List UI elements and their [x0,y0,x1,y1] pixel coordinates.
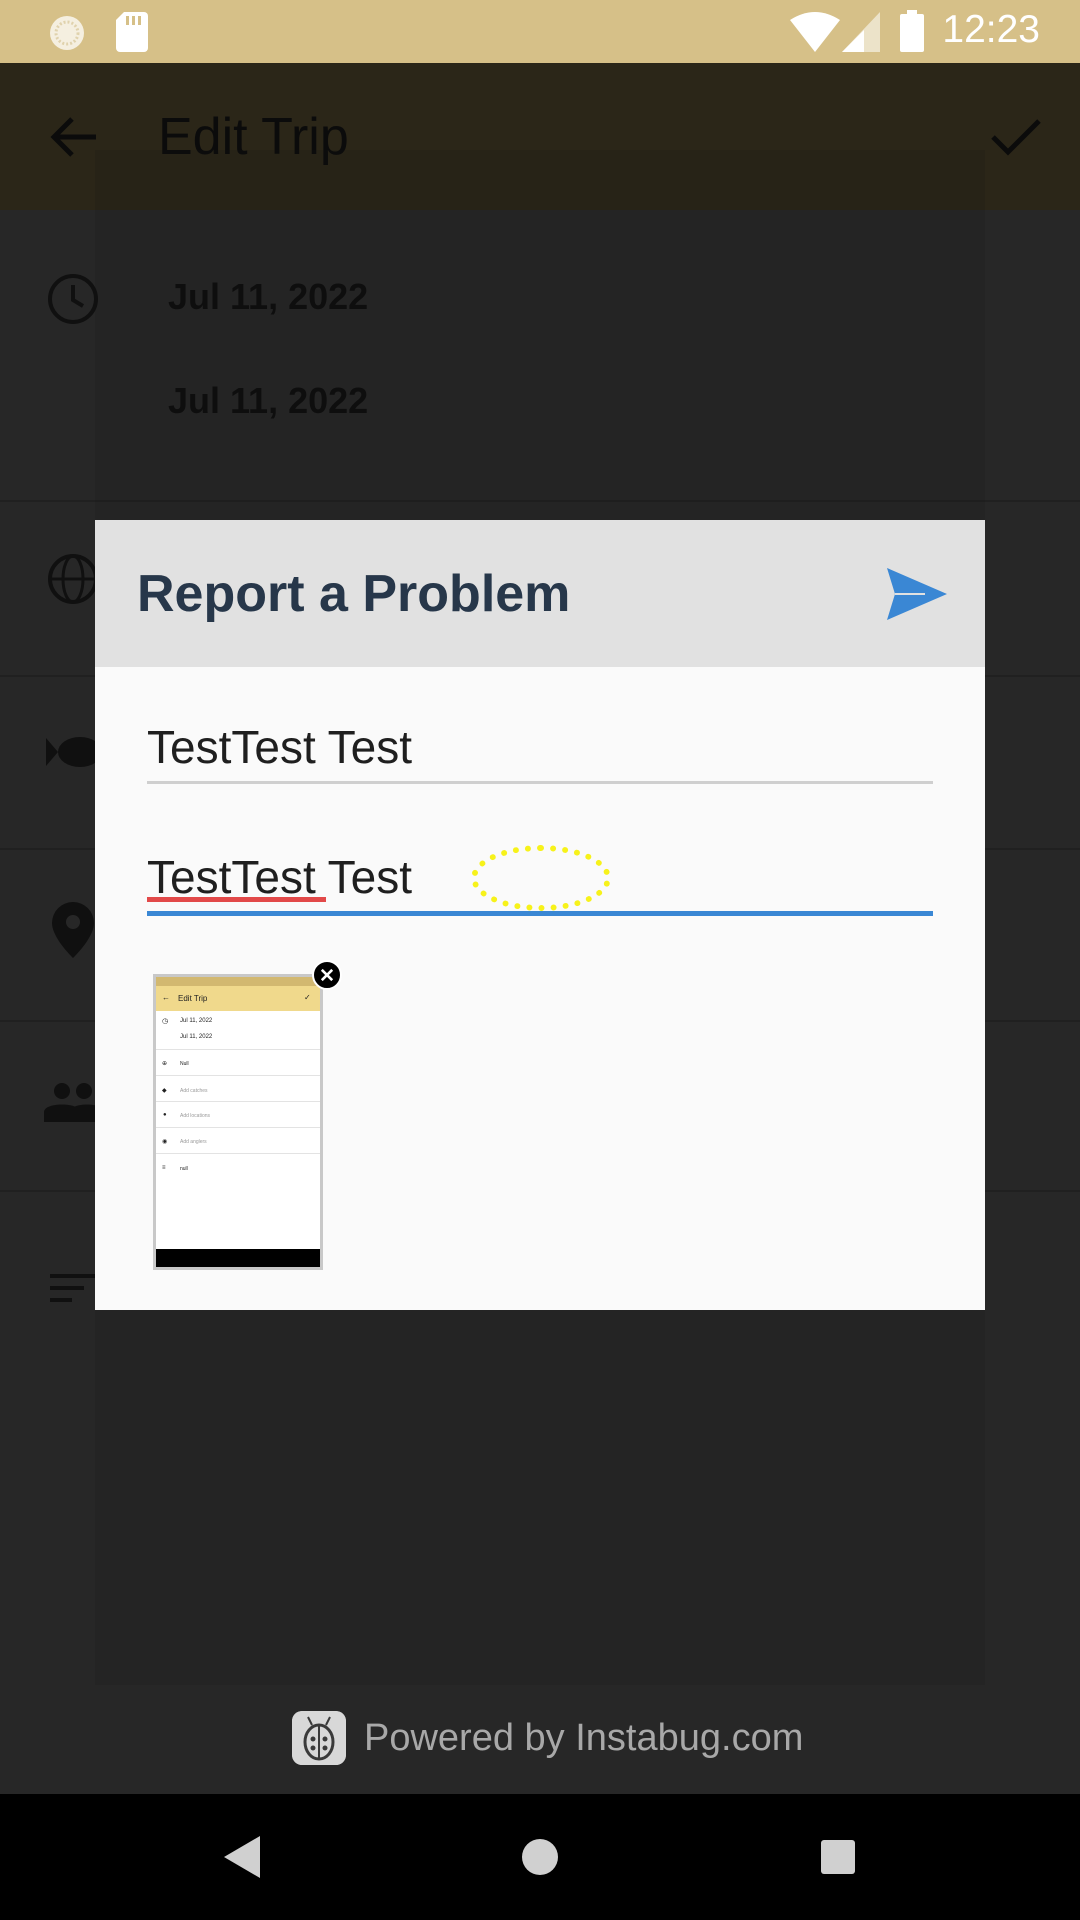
thumb-divider [156,1127,320,1128]
wifi-icon [790,12,840,52]
thumb-row: Add locations [180,1113,211,1119]
clock-icon [48,274,98,324]
navigation-bar [0,1794,1080,1920]
thumb-title: Edit Trip [178,994,208,1003]
screenshot-attachment[interactable]: ← Edit Trip ✓ ◷ Jul 11, 2022 Jul 11, 202… [153,974,323,1270]
spellcheck-underline [147,897,326,902]
signal-icon [842,12,880,52]
thumb-fish-icon: ◆ [162,1088,167,1094]
thumb-notes-icon: ≡ [162,1165,166,1171]
thumb-back-icon: ← [162,993,170,1002]
dialog-title: Report a Problem [137,565,571,623]
touch-indicator [471,845,611,911]
report-problem-dialog: Report a Problem TestTest Test TestTest … [95,520,985,1310]
thumb-globe-icon: ⊕ [162,1061,168,1067]
dialog-header: Report a Problem [95,520,985,667]
battery-icon [900,10,924,52]
close-icon[interactable] [312,960,342,990]
ladybug-icon [292,1711,346,1765]
thumb-people-icon: ◉ [162,1139,168,1145]
email-field-value: TestTest Test [147,721,413,773]
sd-card-icon [116,12,148,52]
email-field[interactable]: TestTest Test [147,720,933,784]
thumb-divider [156,1049,320,1050]
check-icon[interactable] [990,117,1042,157]
globe-icon [48,554,98,604]
location-pin-icon [52,902,94,958]
send-icon[interactable] [885,562,949,626]
thumb-clock-icon: ◷ [162,1018,169,1025]
thumb-divider [156,1075,320,1076]
back-icon[interactable] [224,1836,260,1878]
thumb-nav-bar [156,1249,320,1267]
message-field-underline [147,911,933,916]
status-bar: 12:23 [0,0,1080,63]
back-arrow-icon[interactable] [50,115,98,159]
thumb-app-bar: ← Edit Trip ✓ [156,986,320,1011]
thumb-date-1: Jul 11, 2022 [180,1018,213,1024]
recents-icon[interactable] [821,1840,855,1874]
home-icon[interactable] [521,1838,559,1876]
powered-by-text[interactable]: Powered by Instabug.com [364,1717,803,1760]
thumb-status-bar [156,977,320,986]
status-time: 12:23 [942,8,1040,51]
thumb-row: Null [180,1061,189,1067]
thumb-divider [156,1101,320,1102]
thumb-date-2: Jul 11, 2022 [180,1034,213,1040]
sun-badge-icon [50,16,84,50]
thumb-pin-icon: ● [163,1112,167,1118]
email-field-underline [147,781,933,784]
thumb-check-icon: ✓ [304,993,311,1002]
notes-icon [50,1274,96,1302]
thumb-divider [156,1153,320,1154]
thumb-row: null [180,1166,188,1172]
thumb-row: Add catches [180,1088,208,1094]
thumb-row: Add anglers [180,1139,207,1145]
